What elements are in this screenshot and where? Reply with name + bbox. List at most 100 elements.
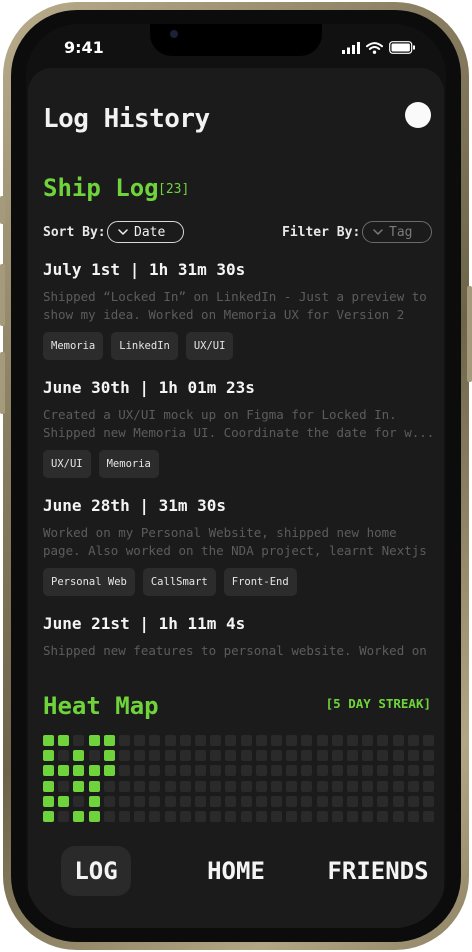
tag-chip[interactable]: Personal Web: [43, 568, 135, 596]
heat-map-cell: [407, 811, 419, 822]
sort-dropdown[interactable]: Date: [107, 221, 184, 243]
heat-map-cell: [271, 750, 282, 762]
heat-map-cell: [271, 780, 282, 792]
status-icons: [342, 41, 416, 54]
heat-map-cell: [134, 811, 146, 822]
heat-map-cell: [255, 795, 267, 807]
heat-map-cell: [134, 780, 146, 792]
log-entry-description: Created a UX/UI mock up on Figma for Loc…: [43, 407, 435, 440]
tag-list: UX/UI Memoria: [43, 450, 435, 478]
filter-dropdown[interactable]: Tag: [362, 221, 432, 243]
heat-map-cell: [240, 795, 252, 807]
heat-map-cell: [316, 735, 328, 746]
heat-map-cell: [195, 735, 206, 746]
heat-map-cell: [164, 795, 176, 807]
status-time: 9:41: [64, 38, 104, 57]
heat-map-cell: [43, 765, 54, 777]
heat-map-cell: [331, 750, 343, 762]
tag-chip[interactable]: CallSmart: [142, 568, 216, 596]
heat-map-cell: [149, 795, 161, 807]
heat-map-cell: [103, 765, 115, 777]
heat-map-cell: [103, 795, 115, 807]
heat-map-cell: [316, 795, 328, 807]
chevron-down-icon: [118, 229, 128, 235]
tag-chip[interactable]: UX/UI: [43, 450, 91, 478]
heat-map-cell: [407, 735, 419, 746]
log-entry[interactable]: June 21st | 1h 11m 4s Shipped new featur…: [43, 614, 435, 668]
heat-map-cell: [134, 750, 146, 762]
tag-chip[interactable]: Memoria: [43, 332, 104, 360]
heat-map-cell: [210, 811, 222, 822]
heat-map-cell: [240, 765, 252, 777]
heat-map-cell: [240, 811, 252, 822]
heat-map-cell: [316, 750, 328, 762]
sort-value: Date: [134, 224, 166, 240]
bottom-nav: LOG HOME FRIENDS: [28, 836, 444, 928]
log-entry[interactable]: July 1st | 1h 31m 30s Shipped “Locked In…: [43, 260, 435, 360]
volume-up-button: [0, 264, 5, 326]
heat-map-cell: [149, 780, 161, 792]
nav-home[interactable]: HOME: [200, 846, 272, 896]
log-entry[interactable]: June 28th | 31m 30s Worked on my Persona…: [43, 496, 435, 596]
heat-map-cell: [362, 750, 374, 762]
heat-map-cell: [225, 795, 237, 807]
log-entry[interactable]: June 30th | 1h 01m 23s Created a UX/UI m…: [43, 378, 435, 478]
tag-chip[interactable]: Memoria: [98, 450, 159, 478]
heat-map-cell: [179, 811, 191, 822]
filter-placeholder: Tag: [389, 224, 413, 240]
tag-chip[interactable]: Front-End: [223, 568, 297, 596]
heat-map-cell: [301, 735, 313, 746]
heat-map-cell: [331, 795, 343, 807]
heat-map-cell: [149, 750, 161, 762]
heat-map-cell: [423, 795, 434, 807]
heat-map-cell: [210, 750, 222, 762]
heat-map-cell: [103, 780, 115, 792]
theme-toggle[interactable]: [405, 102, 431, 128]
heat-map-cell: [255, 811, 267, 822]
heat-map-cell: [392, 811, 404, 822]
heat-map-cell: [301, 765, 313, 777]
heat-map-cell: [225, 780, 237, 792]
heat-map-cell: [423, 750, 434, 762]
heat-map-cell: [88, 750, 100, 762]
heat-map-cell: [286, 765, 298, 777]
heat-map-cell: [347, 780, 358, 792]
heat-map-cell: [179, 765, 191, 777]
heat-map-cell: [149, 735, 161, 746]
heat-map-cell: [164, 811, 176, 822]
heat-map-cell: [119, 811, 130, 822]
heat-map-cell: [347, 811, 358, 822]
heat-map-cell: [392, 735, 404, 746]
tag-chip[interactable]: UX/UI: [185, 332, 234, 360]
heat-map-cell: [255, 750, 267, 762]
heat-map-cell: [362, 811, 374, 822]
heat-map-cell: [377, 750, 389, 762]
heat-map-cell: [73, 750, 85, 762]
heat-map-cell: [179, 780, 191, 792]
heat-map-cell: [149, 811, 161, 822]
mute-switch: [0, 196, 5, 224]
log-entry-heading: July 1st | 1h 31m 30s: [43, 260, 246, 279]
heat-map-cell: [58, 750, 70, 762]
heat-map-cell: [331, 765, 343, 777]
heat-map-cell: [103, 750, 115, 762]
nav-friends[interactable]: FRIENDS: [326, 846, 430, 896]
heat-map-cell: [134, 765, 146, 777]
heat-map-cell: [225, 811, 237, 822]
heat-map-cell: [195, 811, 206, 822]
heat-map-cell: [195, 780, 206, 792]
nav-log[interactable]: LOG: [61, 846, 131, 896]
heat-map-cell: [423, 735, 434, 746]
heat-map-cell: [377, 765, 389, 777]
tag-chip[interactable]: LinkedIn: [111, 332, 178, 360]
heat-map-cell: [316, 780, 328, 792]
heat-map-cell: [58, 735, 70, 746]
heat-map-cell: [43, 780, 54, 792]
heat-map-cell: [73, 765, 85, 777]
log-entry-description: Worked on my Personal Website, shipped n…: [43, 525, 427, 558]
heat-map-cell: [377, 780, 389, 792]
heat-map-cell: [164, 735, 176, 746]
log-list[interactable]: July 1st | 1h 31m 30s Shipped “Locked In…: [43, 258, 435, 668]
heat-map-cell: [407, 750, 419, 762]
heat-map-cell: [407, 780, 419, 792]
